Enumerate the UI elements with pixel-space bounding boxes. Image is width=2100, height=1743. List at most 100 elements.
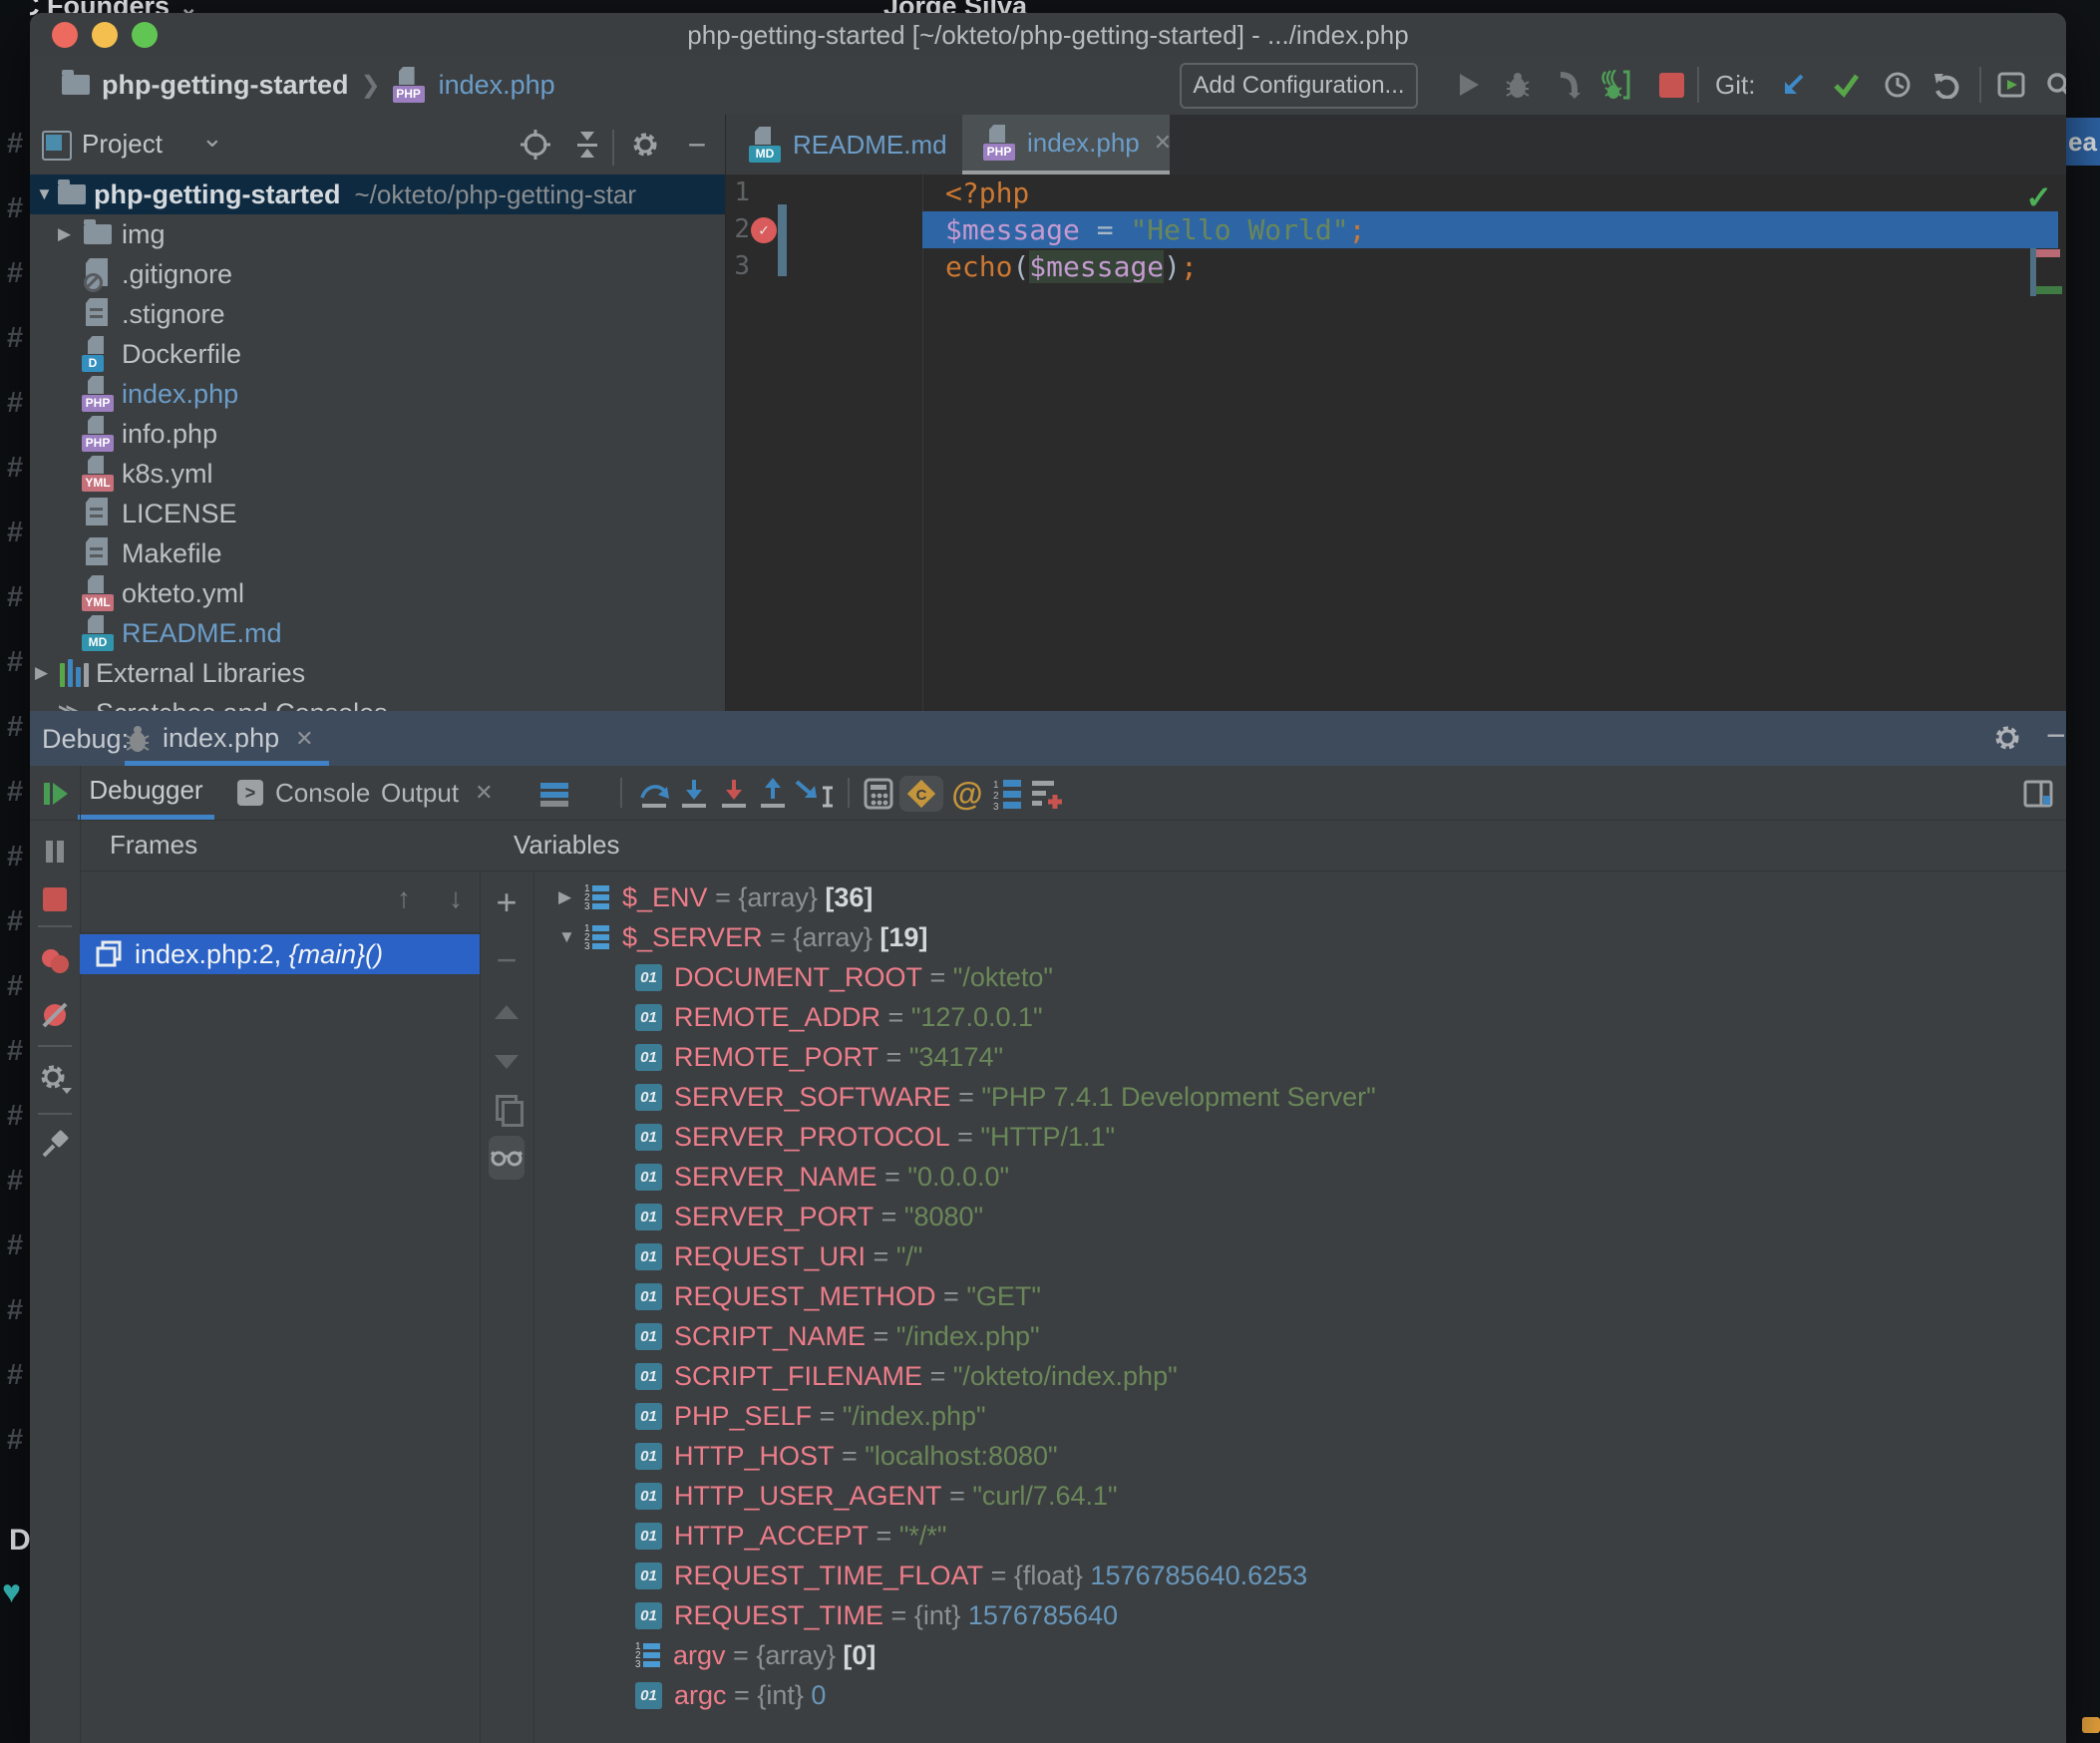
tab-console[interactable]: > Console: [237, 766, 370, 820]
inspections-ok-icon[interactable]: ✓: [2025, 178, 2052, 216]
run-to-cursor-icon[interactable]: [793, 776, 841, 812]
variable-row-REQUEST-TIME[interactable]: 01REQUEST_TIME = {int} 1576785640: [558, 1595, 2066, 1635]
show-references-toggle[interactable]: @: [949, 776, 985, 812]
run-anything-icon[interactable]: [1994, 68, 2028, 102]
variable-row-SCRIPT-FILENAME[interactable]: 01SCRIPT_FILENAME = "/okteto/index.php": [558, 1356, 2066, 1396]
tree-item-dockerfile[interactable]: DDockerfile: [30, 334, 725, 374]
rollback-button[interactable]: [1930, 68, 1964, 102]
history-button[interactable]: [1881, 68, 1915, 102]
tree-item-readme-md[interactable]: MDREADME.md: [30, 613, 725, 653]
variable-row-DOCUMENT-ROOT[interactable]: 01DOCUMENT_ROOT = "/okteto": [558, 957, 2066, 997]
show-execution-point-icon[interactable]: [536, 776, 572, 812]
bar: [592, 934, 609, 940]
tree-item-k8s-yml[interactable]: YMLk8s.yml: [30, 454, 725, 494]
expand-arrow-icon[interactable]: ▶: [558, 887, 584, 907]
step-into-icon[interactable]: [676, 776, 712, 812]
move-watch-up-icon[interactable]: [489, 994, 525, 1030]
tree-item-makefile[interactable]: Makefile: [30, 533, 725, 573]
tree-item-external-libraries[interactable]: ▶External Libraries: [30, 653, 725, 693]
breadcrumb-file[interactable]: index.php: [439, 70, 555, 101]
variable-row-SERVER-NAME[interactable]: 01SERVER_NAME = "0.0.0.0": [558, 1157, 2066, 1197]
step-over-icon[interactable]: [636, 776, 672, 812]
variable-row-HTTP-ACCEPT[interactable]: 01HTTP_ACCEPT = "*/*": [558, 1516, 2066, 1556]
tab-debugger[interactable]: Debugger: [78, 766, 214, 820]
variable-row-argv[interactable]: 123argv = {array} [0]: [558, 1635, 2066, 1675]
tree-item-index-php[interactable]: PHPindex.php: [30, 374, 725, 414]
show-constants-toggle[interactable]: C: [899, 776, 943, 812]
breakpoint-icon[interactable]: ✓: [751, 217, 777, 243]
variable-row-SERVER-SOFTWARE[interactable]: 01SERVER_SOFTWARE = "PHP 7.4.1 Developme…: [558, 1077, 2066, 1117]
variable-row-REQUEST-URI[interactable]: 01REQUEST_URI = "/": [558, 1236, 2066, 1276]
layout-settings-icon[interactable]: [2020, 776, 2056, 812]
step-out-icon[interactable]: [755, 776, 791, 812]
variable-row-SERVER-PORT[interactable]: 01SERVER_PORT = "8080": [558, 1197, 2066, 1236]
stop-button[interactable]: [37, 881, 73, 917]
attach-to-process-icon[interactable]: [1551, 68, 1584, 102]
variable-row--SERVER[interactable]: ▼123$_SERVER = {array} [19]: [558, 917, 2066, 957]
stack-frame-row[interactable]: index.php:2, {main}(): [80, 934, 480, 974]
tree-item-okteto-yml[interactable]: YMLokteto.yml: [30, 573, 725, 613]
new-watch-icon[interactable]: +: [489, 884, 525, 920]
pin-tab-icon[interactable]: [37, 1127, 73, 1163]
collapse-arrow-icon[interactable]: ▼: [558, 927, 584, 947]
tab-index-php[interactable]: PHP index.php ✕: [962, 115, 1170, 174]
tree-item-license[interactable]: LICENSE: [30, 494, 725, 533]
move-watch-down-icon[interactable]: [489, 1044, 525, 1080]
tree-item--gitignore[interactable]: .gitignore: [30, 254, 725, 294]
evaluate-expression-icon[interactable]: [861, 776, 896, 812]
remove-watch-icon[interactable]: −: [489, 942, 525, 978]
debugger-settings-gear-icon[interactable]: [37, 1061, 73, 1097]
duplicate-watch-icon[interactable]: [489, 1090, 525, 1126]
search-everywhere-icon[interactable]: [2042, 68, 2066, 102]
code-line-2[interactable]: 2✓$message = "Hello World";: [726, 211, 2066, 248]
git-commit-button[interactable]: [1829, 68, 1863, 102]
expand-arrow-icon[interactable]: ▶: [58, 224, 71, 244]
show-watches-toggle[interactable]: [489, 1136, 525, 1180]
variable-row-argc[interactable]: 01argc = {int} 0: [558, 1675, 2066, 1715]
close-icon[interactable]: ✕: [475, 780, 493, 806]
variable-row-REQUEST-METHOD[interactable]: 01REQUEST_METHOD = "GET": [558, 1276, 2066, 1316]
show-array-indices-icon[interactable]: 123: [989, 776, 1025, 812]
force-step-into-icon[interactable]: [716, 776, 752, 812]
code-line-3[interactable]: 3echo($message);: [726, 248, 2066, 285]
variable-row-REMOTE-PORT[interactable]: 01REMOTE_PORT = "34174": [558, 1037, 2066, 1077]
stop-button[interactable]: [1654, 68, 1688, 102]
variable-row-REQUEST-TIME-FLOAT[interactable]: 01REQUEST_TIME_FLOAT = {float} 157678564…: [558, 1556, 2066, 1595]
add-configuration-button[interactable]: Add Configuration...: [1180, 63, 1418, 109]
expand-arrow-icon[interactable]: ▶: [35, 663, 48, 683]
pause-button[interactable]: [37, 834, 73, 870]
variable-row-HTTP-HOST[interactable]: 01HTTP_HOST = "localhost:8080": [558, 1436, 2066, 1476]
editor-scrollbar[interactable]: [2030, 248, 2036, 296]
variable-row-SCRIPT-NAME[interactable]: 01SCRIPT_NAME = "/index.php": [558, 1316, 2066, 1356]
close-icon[interactable]: ✕: [295, 726, 313, 752]
next-frame-icon[interactable]: ↓: [449, 882, 463, 914]
tab-readme[interactable]: MD README.md ✕: [726, 115, 985, 174]
breadcrumb-project[interactable]: php-getting-started: [102, 70, 348, 101]
code-editor[interactable]: 1<?php2✓$message = "Hello World";3echo($…: [726, 174, 2066, 711]
previous-frame-icon[interactable]: ↑: [397, 882, 411, 914]
resume-button[interactable]: [37, 776, 73, 812]
gear-icon[interactable]: [1992, 723, 2022, 753]
tree-item-scratches-and-consoles[interactable]: ≫Scratches and Consoles: [30, 693, 725, 711]
variable-row-HTTP-USER-AGENT[interactable]: 01HTTP_USER_AGENT = "curl/7.64.1": [558, 1476, 2066, 1516]
listen-debug-connections-icon[interactable]: [1597, 68, 1631, 102]
view-breakpoints-icon[interactable]: [37, 943, 73, 979]
debug-button[interactable]: [1501, 68, 1535, 102]
tree-item--stignore[interactable]: .stignore: [30, 294, 725, 334]
git-update-button[interactable]: [1777, 68, 1811, 102]
variable-row-REMOTE-ADDR[interactable]: 01REMOTE_ADDR = "127.0.0.1": [558, 997, 2066, 1037]
tab-output[interactable]: Output ✕: [381, 766, 494, 820]
mute-breakpoints-icon[interactable]: [37, 997, 73, 1033]
code-line-1[interactable]: 1<?php: [726, 174, 2066, 211]
error-stripe-mark[interactable]: [2036, 249, 2060, 257]
variable-row-SERVER-PROTOCOL[interactable]: 01SERVER_PROTOCOL = "HTTP/1.1": [558, 1117, 2066, 1157]
error-stripe-mark[interactable]: [2036, 286, 2062, 294]
hide-panel-icon[interactable]: −: [2046, 717, 2066, 756]
tree-item-info-php[interactable]: PHPinfo.php: [30, 414, 725, 454]
run-button[interactable]: [1451, 68, 1485, 102]
debug-session-tab[interactable]: index.php ✕: [125, 711, 329, 766]
tree-item-img[interactable]: ▶img: [30, 214, 725, 254]
variable-row-PHP-SELF[interactable]: 01PHP_SELF = "/index.php": [558, 1396, 2066, 1436]
add-to-watches-icon[interactable]: [1029, 776, 1065, 812]
variable-row--ENV[interactable]: ▶123$_ENV = {array} [36]: [558, 877, 2066, 917]
